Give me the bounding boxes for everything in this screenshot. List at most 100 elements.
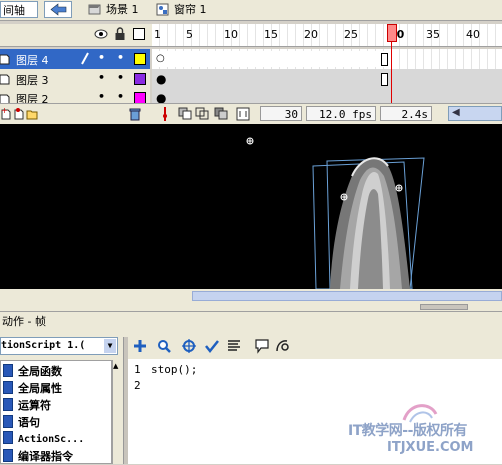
movieclip-icon	[156, 3, 169, 16]
frame-number: 40	[466, 28, 480, 41]
book-icon	[3, 431, 13, 444]
layer-icon	[0, 74, 10, 85]
onion-skin-icon[interactable]	[178, 107, 194, 121]
layer-row-3[interactable]: 图层 3 • •	[0, 69, 150, 90]
scroll-up-icon[interactable]: ▲	[113, 362, 118, 370]
line-number-gutter: 1 2	[128, 359, 146, 464]
layer-name: 图层 4	[16, 54, 49, 67]
book-icon	[3, 449, 13, 462]
layer-icon	[0, 54, 10, 65]
fps-field[interactable]: 12.0 fps	[306, 106, 376, 121]
playhead[interactable]	[387, 24, 397, 104]
actionscript-version-label: tionScript 1.(	[1, 340, 86, 351]
pencil-icon	[81, 52, 89, 65]
watermark-text: IT教学网--版权所有	[348, 423, 467, 439]
find-icon[interactable]	[156, 338, 172, 354]
layer-name: 图层 3	[16, 74, 49, 87]
frame-span	[152, 51, 388, 67]
auto-format-icon[interactable]	[226, 338, 242, 354]
code-hint-icon[interactable]	[254, 338, 270, 354]
layer-color-swatch[interactable]	[134, 53, 146, 65]
actions-toolbox: 全局函数 全局属性 运算符 语句 ActionSc... 编译器指令	[0, 360, 112, 464]
timeline-status-bar: + 30 12.0 fps 2.4s ◀	[0, 103, 502, 124]
stage[interactable]	[0, 124, 502, 289]
book-icon	[3, 398, 13, 411]
tree-item-compiler-directives[interactable]: 编译器指令	[1, 448, 109, 465]
scroll-left-icon[interactable]: ◀	[452, 107, 460, 118]
add-statement-icon[interactable]	[132, 338, 148, 354]
stage-hscroll[interactable]	[0, 289, 502, 303]
debug-options-icon[interactable]	[274, 338, 290, 354]
frame-number: 15	[264, 28, 278, 41]
tree-item-statements[interactable]: 语句	[1, 414, 109, 431]
tree-item-actionscript[interactable]: ActionSc...	[1, 431, 109, 448]
back-button[interactable]	[44, 1, 72, 18]
frame-ruler[interactable]: 1 5 10 15 20 25 30 35 40	[152, 24, 502, 46]
watermark-url: ITJXUE.COM	[387, 440, 474, 455]
book-icon	[3, 381, 13, 394]
code-line[interactable]: stop();	[151, 363, 197, 376]
add-layer-icon[interactable]: +	[1, 107, 13, 121]
line-number: 1	[134, 363, 141, 376]
playhead-line	[391, 42, 392, 104]
layer-frames-2[interactable]: ●	[152, 89, 502, 105]
toolbox-scrollbar[interactable]: ▲	[112, 360, 123, 464]
panel-divider[interactable]	[0, 303, 502, 311]
book-icon	[3, 415, 13, 428]
lock-dot[interactable]: •	[117, 71, 124, 84]
visible-dot[interactable]: •	[98, 51, 105, 64]
visible-dot[interactable]: •	[98, 71, 105, 84]
tree-item-operators[interactable]: 运算符	[1, 397, 109, 414]
book-icon	[3, 364, 13, 377]
scene-label: 场景 1	[106, 3, 139, 16]
eye-icon[interactable]	[94, 28, 108, 40]
frame-number: 20	[304, 28, 318, 41]
lock-icon[interactable]	[114, 27, 126, 41]
empty-keyframe[interactable]: ○	[156, 53, 165, 64]
onion-markers-icon[interactable]	[236, 107, 250, 121]
keyframe[interactable]: ●	[156, 72, 166, 86]
tree-item-global-properties[interactable]: 全局属性	[1, 380, 109, 397]
elapsed-time-field: 2.4s	[380, 106, 432, 121]
timeline-button[interactable]: 间轴	[0, 1, 38, 18]
timeline-header: 1 5 10 15 20 25 30 35 40	[0, 24, 502, 47]
layer-frames-3[interactable]: ●	[152, 69, 502, 90]
scroll-thumb[interactable]	[192, 291, 502, 301]
center-frame-icon[interactable]	[160, 107, 170, 121]
add-guide-layer-icon[interactable]	[14, 107, 26, 121]
frame-number: 5	[186, 28, 193, 41]
chevron-down-icon: ▼	[104, 339, 116, 353]
current-frame-field: 30	[260, 106, 302, 121]
playhead-handle	[387, 24, 397, 42]
scene-icon	[88, 4, 101, 15]
line-number: 2	[134, 379, 141, 392]
lock-dot[interactable]: •	[117, 90, 124, 103]
back-arrow-icon	[50, 3, 67, 16]
trash-icon[interactable]	[128, 107, 142, 121]
svg-text:+: +	[1, 107, 8, 115]
layer-row-4[interactable]: 图层 4 • •	[0, 49, 150, 70]
edit-multiple-frames-icon[interactable]	[214, 107, 230, 121]
frame-number: 10	[224, 28, 238, 41]
layer-frames-4[interactable]: ○	[152, 49, 502, 70]
outline-icon[interactable]	[133, 28, 145, 40]
target-path-icon[interactable]	[181, 338, 197, 354]
frame-number: 35	[426, 28, 440, 41]
collapse-handle[interactable]	[420, 304, 468, 310]
actions-panel-title: 动作 - 帧	[2, 315, 46, 328]
timeline-hscroll[interactable]: ◀	[448, 106, 502, 121]
curtain-graphic[interactable]	[0, 124, 502, 289]
lock-dot[interactable]: •	[117, 51, 124, 64]
frame-number: 25	[344, 28, 358, 41]
layer-color-swatch[interactable]	[134, 73, 146, 85]
actionscript-version-select[interactable]: tionScript 1.( ▼	[0, 337, 118, 355]
add-folder-icon[interactable]	[26, 107, 38, 121]
frame-number: 1	[154, 28, 161, 41]
onion-outline-icon[interactable]	[195, 107, 211, 121]
symbol-label: 窗帘 1	[174, 3, 207, 16]
top-bar: 间轴 场景 1 窗帘 1	[0, 0, 502, 21]
check-syntax-icon[interactable]	[204, 338, 220, 354]
tree-item-global-functions[interactable]: 全局函数	[1, 363, 109, 380]
visible-dot[interactable]: •	[98, 90, 105, 103]
actions-panel-title-bar[interactable]: 动作 - 帧	[0, 311, 502, 333]
